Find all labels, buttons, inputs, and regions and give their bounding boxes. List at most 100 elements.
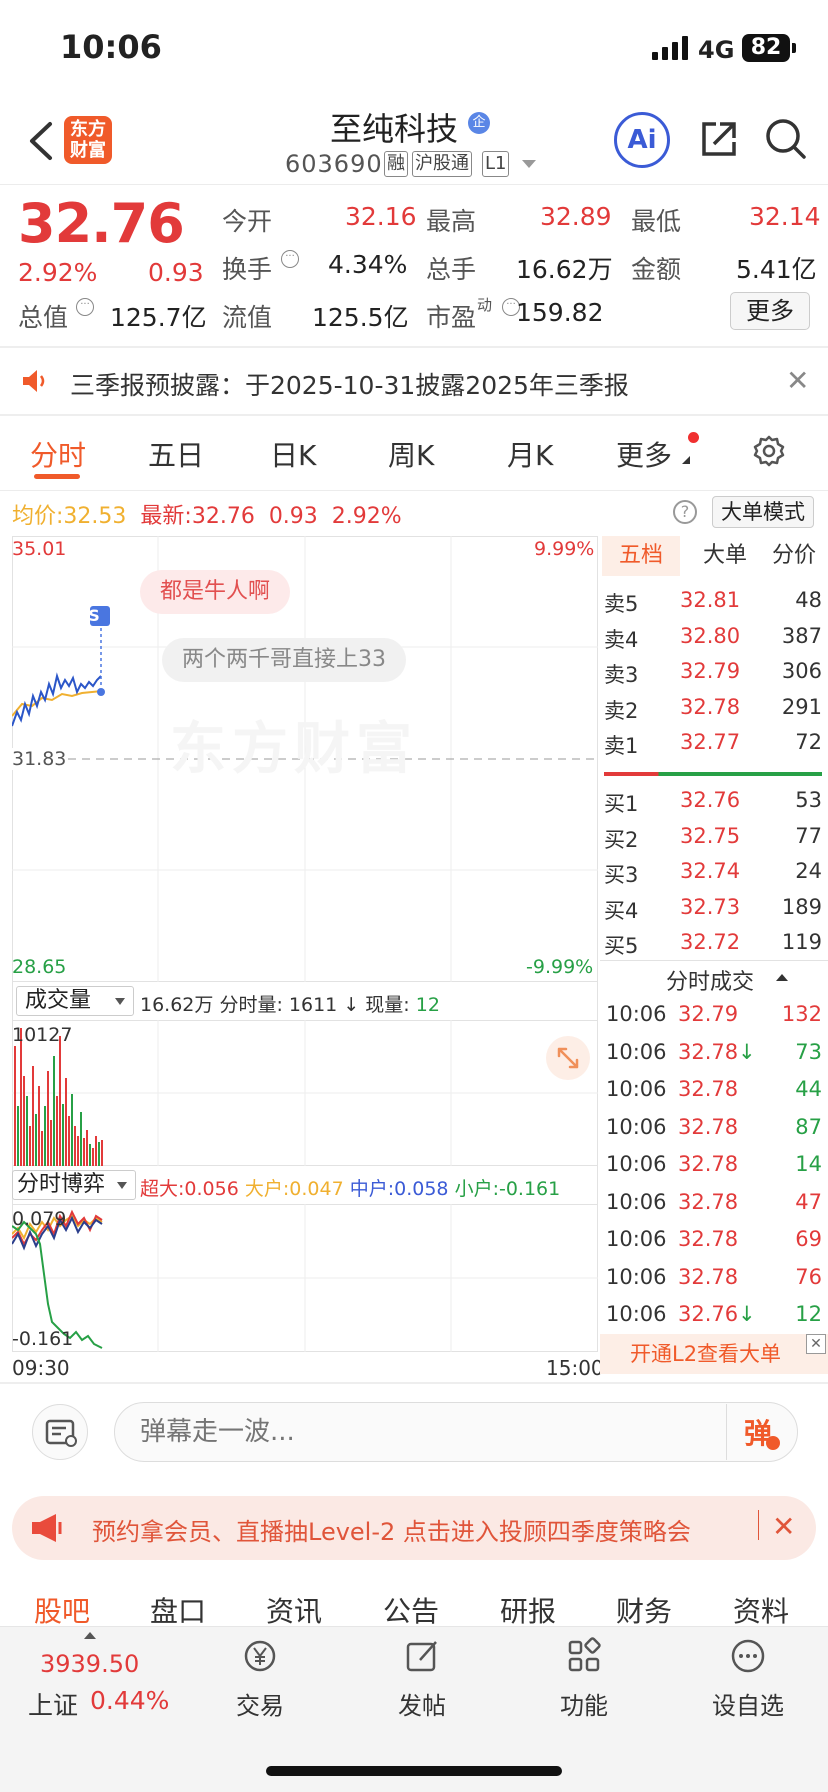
open-l2-banner[interactable]: 开通L2查看大单: [600, 1334, 828, 1374]
tick-price: 32.78: [678, 1152, 739, 1176]
help-icon[interactable]: ?: [673, 500, 697, 524]
caret-down-icon[interactable]: [522, 160, 536, 168]
order-volume: 72: [795, 730, 822, 754]
orderbook-tab-big[interactable]: 大单: [690, 536, 760, 576]
price-bottom-label: 28.65: [12, 956, 67, 978]
corner-triangle-icon: [682, 456, 690, 464]
volume-bar: [17, 1106, 19, 1166]
danmu-input[interactable]: [140, 1410, 700, 1454]
volume-selector[interactable]: 成交量: [16, 986, 134, 1016]
function-button[interactable]: 功能: [544, 1636, 624, 1726]
tick-row: 10:06 32.78 47: [600, 1186, 828, 1222]
danmu-bubble[interactable]: 两个两千哥直接上33: [162, 638, 406, 682]
index-value[interactable]: 3939.50: [40, 1650, 139, 1678]
game-selector[interactable]: 分时博弈: [12, 1170, 136, 1200]
search-button[interactable]: [764, 116, 808, 162]
promo-text[interactable]: 预约拿会员、直播抽Level-2 点击进入投顾四季度策略会: [92, 1512, 691, 1547]
danmu-settings-button[interactable]: [32, 1404, 88, 1460]
close-l2-icon[interactable]: ✕: [806, 1334, 826, 1354]
info-dots-icon[interactable]: ···: [76, 298, 94, 316]
chart-info: 均价:32.53 最新:32.76 0.93 2.92%: [12, 498, 402, 530]
order-row[interactable]: 买1 32.76 53: [600, 784, 828, 820]
share-button[interactable]: [698, 118, 740, 160]
tab-week-k[interactable]: 周K: [388, 434, 434, 474]
big-order-mode-button[interactable]: 大单模式: [712, 496, 814, 528]
quote-value-turnover: 4.34%: [328, 250, 408, 279]
order-row[interactable]: 买2 32.75 77: [600, 820, 828, 856]
order-volume: 119: [781, 930, 822, 954]
add-watchlist-button[interactable]: 设自选: [698, 1636, 798, 1726]
tab-day-k[interactable]: 日K: [270, 434, 316, 474]
price-mid-label: 31.83: [12, 748, 67, 770]
tab-profile[interactable]: 资料: [733, 1590, 789, 1630]
volume-bar: [26, 1096, 28, 1166]
tick-time: 10:06: [606, 1002, 667, 1026]
ticks-title[interactable]: 分时成交: [666, 964, 754, 996]
order-row[interactable]: 卖4 32.80 387: [600, 620, 828, 656]
price-top-label: 35.01: [12, 538, 67, 560]
order-row[interactable]: 卖3 32.79 306: [600, 655, 828, 691]
trade-button[interactable]: 交易: [220, 1636, 300, 1726]
notice-text[interactable]: 三季报预披露：于2025-10-31披露2025年三季报: [70, 366, 629, 402]
tab-news[interactable]: 资讯: [266, 1590, 322, 1630]
ai-button[interactable]: Ai: [614, 112, 670, 168]
caret-up-icon[interactable]: [776, 974, 788, 981]
check-icon: [766, 1436, 780, 1450]
order-row[interactable]: 卖2 32.78 291: [600, 691, 828, 727]
volume-bar: [98, 1142, 100, 1166]
volume-bar: [59, 1036, 61, 1166]
tab-pankou[interactable]: 盘口: [150, 1590, 206, 1630]
more-quote-button[interactable]: 更多: [730, 292, 810, 330]
info-dots-icon[interactable]: ···: [281, 250, 299, 268]
divider: [0, 1382, 828, 1384]
game-selector-label: 分时博弈: [17, 1172, 106, 1197]
order-volume: 306: [781, 659, 822, 683]
expand-button[interactable]: [546, 1036, 590, 1080]
tab-finance[interactable]: 财务: [616, 1590, 672, 1630]
stock-name: 至纯科技: [330, 110, 459, 148]
tab-more[interactable]: 更多: [616, 434, 672, 474]
eastmoney-logo[interactable]: 东方 财富: [64, 116, 112, 164]
orderbook-tab-five[interactable]: 五档: [602, 536, 680, 576]
tick-row: 10:06 32.78 76: [600, 1261, 828, 1297]
order-volume: 291: [781, 694, 822, 719]
danmu-bubble[interactable]: 都是牛人啊: [140, 570, 291, 614]
tick-time: 10:06: [606, 1264, 667, 1289]
more-dots-icon: [731, 1639, 765, 1673]
tick-volume: 69: [795, 1227, 822, 1251]
index-name[interactable]: 上证: [28, 1686, 78, 1722]
close-notice-icon[interactable]: ✕: [786, 364, 809, 397]
tick-time: 10:06: [606, 1039, 667, 1064]
settings-button[interactable]: [752, 434, 786, 468]
battery-icon: 82: [742, 34, 790, 62]
orderbook-tab-price[interactable]: 分价: [760, 536, 828, 576]
tab-month-k[interactable]: 月K: [507, 434, 553, 474]
order-row[interactable]: 卖5 32.81 48: [600, 584, 828, 620]
order-row[interactable]: 买5 32.72 119: [600, 926, 828, 962]
order-price: 32.77: [680, 730, 741, 754]
quote-label-high: 最高: [426, 207, 477, 236]
post-button[interactable]: 发帖: [382, 1636, 462, 1726]
game-chart[interactable]: [12, 1204, 598, 1352]
tab-guba[interactable]: 股吧: [34, 1590, 90, 1630]
back-button[interactable]: [22, 118, 62, 164]
order-level: 买2: [604, 827, 639, 852]
tab-intraday[interactable]: 分时: [30, 434, 86, 474]
s-marker-label: S: [88, 606, 100, 625]
close-banner-icon[interactable]: ✕: [772, 1510, 795, 1543]
volume-chart[interactable]: [12, 1020, 598, 1166]
index-percent[interactable]: 0.44%: [90, 1686, 169, 1715]
tab-research[interactable]: 研报: [500, 1590, 556, 1630]
caret-up-icon[interactable]: [84, 1632, 96, 1639]
volume-now-value: 12: [415, 994, 440, 1016]
order-row[interactable]: 买4 32.73 189: [600, 891, 828, 927]
order-volume: 24: [795, 859, 822, 883]
volume-bar: [20, 1028, 22, 1166]
order-row[interactable]: 卖1 32.77 72: [600, 726, 828, 762]
divider: [758, 1510, 759, 1540]
tab-announcement[interactable]: 公告: [383, 1590, 439, 1630]
tick-time: 10:06: [606, 1152, 667, 1176]
tick-volume: 76: [795, 1264, 822, 1289]
order-row[interactable]: 买3 32.74 24: [600, 855, 828, 891]
tab-five-day[interactable]: 五日: [148, 434, 204, 474]
